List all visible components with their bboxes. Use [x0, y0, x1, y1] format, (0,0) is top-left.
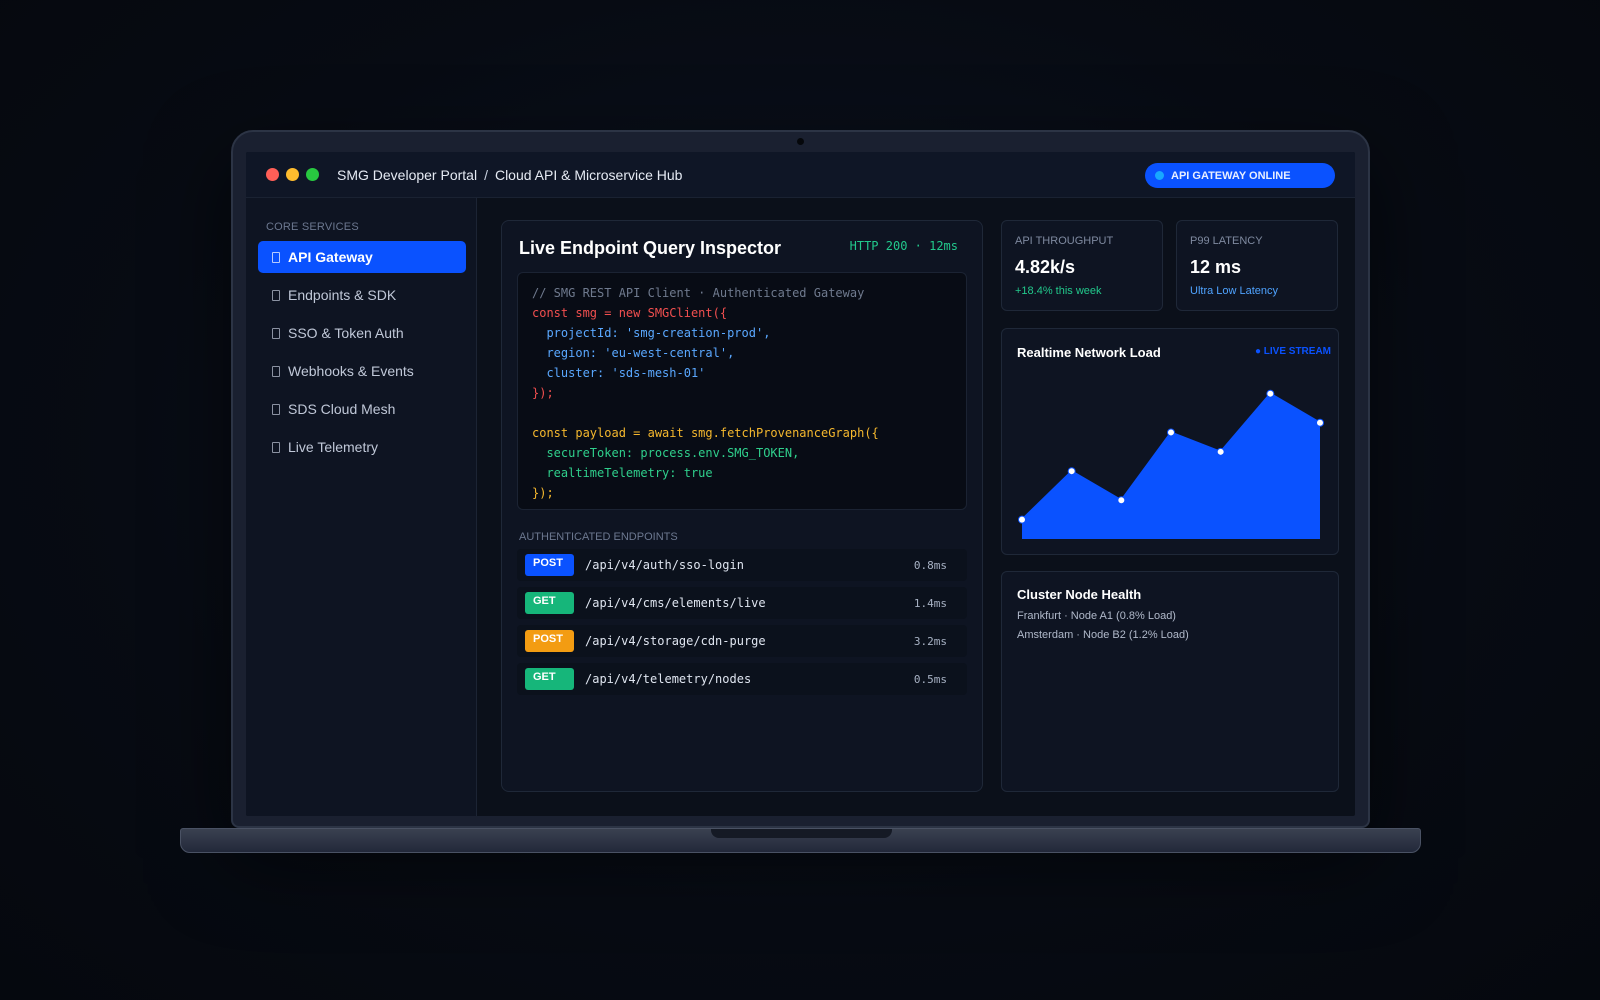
- code-snippet[interactable]: // SMG REST API Client · Authenticated G…: [517, 272, 967, 510]
- breadcrumb: SMG Developer Portal / Cloud API & Micro…: [337, 167, 682, 183]
- cluster-health-card: Cluster Node Health Frankfurt · Node A1 …: [1001, 571, 1339, 792]
- sidebar-nav: API Gateway Endpoints & SDK SSO & Token …: [258, 241, 466, 469]
- node-item: Frankfurt · Node A1 (0.8% Load): [1017, 610, 1176, 622]
- throughput-card: API THROUGHPUT 4.82k/s +18.4% this week: [1001, 220, 1163, 311]
- minimize-window-button[interactable]: [286, 168, 299, 181]
- code-line: region: 'eu-west-central',: [532, 346, 735, 360]
- code-line: projectId: 'smg-creation-prod',: [532, 326, 771, 340]
- breadcrumb-portal[interactable]: SMG Developer Portal: [337, 167, 477, 183]
- node-list: Frankfurt · Node A1 (0.8% Load) Amsterda…: [1017, 607, 1189, 645]
- sidebar-item-endpoints-sdk[interactable]: Endpoints & SDK: [258, 279, 466, 311]
- load-point[interactable]: [1266, 389, 1275, 398]
- endpoints-heading: AUTHENTICATED ENDPOINTS: [519, 531, 678, 543]
- maximize-window-button[interactable]: [306, 168, 319, 181]
- code-line: });: [532, 486, 554, 500]
- throughput-value: 4.82k/s: [1015, 257, 1076, 277]
- status-dot-icon: [1155, 171, 1164, 180]
- endpoint-path: /api/v4/auth/sso-login: [585, 558, 744, 572]
- latency-value: 12 ms: [1190, 257, 1242, 277]
- chart-title: Realtime Network Load: [1017, 345, 1161, 360]
- sidebar-item-live-telemetry[interactable]: Live Telemetry: [258, 431, 466, 463]
- load-point[interactable]: [1067, 467, 1076, 476]
- sidebar-item-sds-cloud-mesh[interactable]: SDS Cloud Mesh: [258, 393, 466, 425]
- load-point[interactable]: [1167, 428, 1175, 437]
- gateway-status-text: API GATEWAY ONLINE: [1171, 169, 1291, 182]
- latency-card: P99 LATENCY 12 ms Ultra Low Latency: [1176, 220, 1338, 311]
- latency-note: Ultra Low Latency: [1190, 285, 1279, 297]
- document-icon: [272, 251, 280, 263]
- throughput-change: +18.4% this week: [1015, 285, 1102, 297]
- throughput-label: API THROUGHPUT: [1015, 235, 1114, 247]
- document-icon: [272, 289, 280, 301]
- document-icon: [272, 365, 280, 377]
- load-point[interactable]: [1117, 496, 1126, 505]
- sidebar-item-label: Endpoints & SDK: [288, 287, 397, 303]
- sidebar-item-label: Live Telemetry: [288, 439, 379, 455]
- endpoint-inspector-panel: Live Endpoint Query Inspector HTTP 200 ·…: [501, 220, 983, 792]
- load-point[interactable]: [1018, 515, 1026, 524]
- endpoint-row[interactable]: GET /api/v4/telemetry/nodes 0.5ms: [517, 663, 967, 695]
- code-line: secureToken: process.env.SMG_TOKEN,: [532, 446, 800, 460]
- live-stream-indicator: ● LIVE STREAM: [1254, 346, 1331, 357]
- latency-label: P99 LATENCY: [1190, 235, 1263, 247]
- gateway-status-badge: API GATEWAY ONLINE: [1145, 163, 1335, 188]
- camera-dot: [797, 138, 804, 145]
- endpoint-path: /api/v4/cms/elements/live: [585, 596, 766, 610]
- breadcrumb-separator: /: [484, 166, 488, 183]
- code-line: cluster: 'sds-mesh-01': [532, 366, 706, 380]
- cluster-health-title: Cluster Node Health: [1017, 587, 1142, 602]
- sidebar-item-webhooks-events[interactable]: Webhooks & Events: [258, 355, 466, 387]
- endpoint-row[interactable]: GET /api/v4/cms/elements/live 1.4ms: [517, 587, 967, 619]
- endpoint-list: POST /api/v4/auth/sso-login 0.8ms GET /a…: [517, 549, 967, 701]
- node-item: Amsterdam · Node B2 (1.2% Load): [1017, 629, 1189, 641]
- laptop-base: [180, 828, 1421, 853]
- method-badge: POST: [525, 554, 574, 576]
- sidebar-item-label: SSO & Token Auth: [288, 325, 404, 341]
- code-line: // SMG REST API Client · Authenticated G…: [532, 286, 865, 300]
- method-badge: GET: [525, 668, 574, 690]
- document-icon: [272, 441, 280, 453]
- http-status-readout: HTTP 200 · 12ms: [849, 239, 958, 253]
- method-badge: POST: [525, 630, 574, 652]
- sidebar-item-label: API Gateway: [288, 249, 373, 265]
- load-point[interactable]: [1216, 447, 1225, 456]
- endpoint-latency: 1.4ms: [913, 596, 947, 610]
- main-content: Live Endpoint Query Inspector HTTP 200 ·…: [478, 198, 1355, 816]
- endpoint-path: /api/v4/storage/cdn-purge: [585, 634, 766, 648]
- sidebar-item-label: SDS Cloud Mesh: [288, 401, 396, 417]
- load-point[interactable]: [1316, 418, 1324, 427]
- laptop-notch: [710, 829, 892, 838]
- code-line: realtimeTelemetry: true: [532, 466, 713, 480]
- document-icon: [272, 403, 280, 415]
- endpoint-path: /api/v4/telemetry/nodes: [585, 672, 752, 686]
- network-load-card: Realtime Network Load ● LIVE STREAM: [1001, 328, 1339, 555]
- app-window: SMG Developer Portal / Cloud API & Micro…: [246, 152, 1355, 816]
- code-line: const payload = await smg.fetchProvenanc…: [532, 426, 879, 440]
- sidebar-heading: CORE SERVICES: [266, 221, 359, 233]
- method-badge: GET: [525, 592, 574, 614]
- title-bar: SMG Developer Portal / Cloud API & Micro…: [246, 152, 1355, 198]
- window-controls: [266, 168, 319, 181]
- inspector-title: Live Endpoint Query Inspector: [519, 238, 782, 258]
- load-area: [1022, 393, 1320, 539]
- sidebar: CORE SERVICES API Gateway Endpoints & SD…: [246, 198, 477, 816]
- code-line: });: [532, 386, 554, 400]
- endpoint-row[interactable]: POST /api/v4/auth/sso-login 0.8ms: [517, 549, 967, 581]
- sidebar-item-api-gateway[interactable]: API Gateway: [258, 241, 466, 273]
- endpoint-latency: 3.2ms: [913, 634, 947, 648]
- endpoint-latency: 0.8ms: [913, 558, 947, 572]
- breadcrumb-current: Cloud API & Microservice Hub: [494, 166, 683, 183]
- close-window-button[interactable]: [266, 168, 279, 181]
- endpoint-row[interactable]: POST /api/v4/storage/cdn-purge 3.2ms: [517, 625, 967, 657]
- code-line: const smg = new SMGClient({: [532, 306, 728, 320]
- document-icon: [272, 327, 280, 339]
- network-load-chart: [1018, 389, 1324, 539]
- sidebar-item-sso-token-auth[interactable]: SSO & Token Auth: [258, 317, 466, 349]
- laptop-lid: SMG Developer Portal / Cloud API & Micro…: [231, 130, 1370, 828]
- endpoint-latency: 0.5ms: [913, 672, 947, 686]
- sidebar-item-label: Webhooks & Events: [288, 363, 414, 379]
